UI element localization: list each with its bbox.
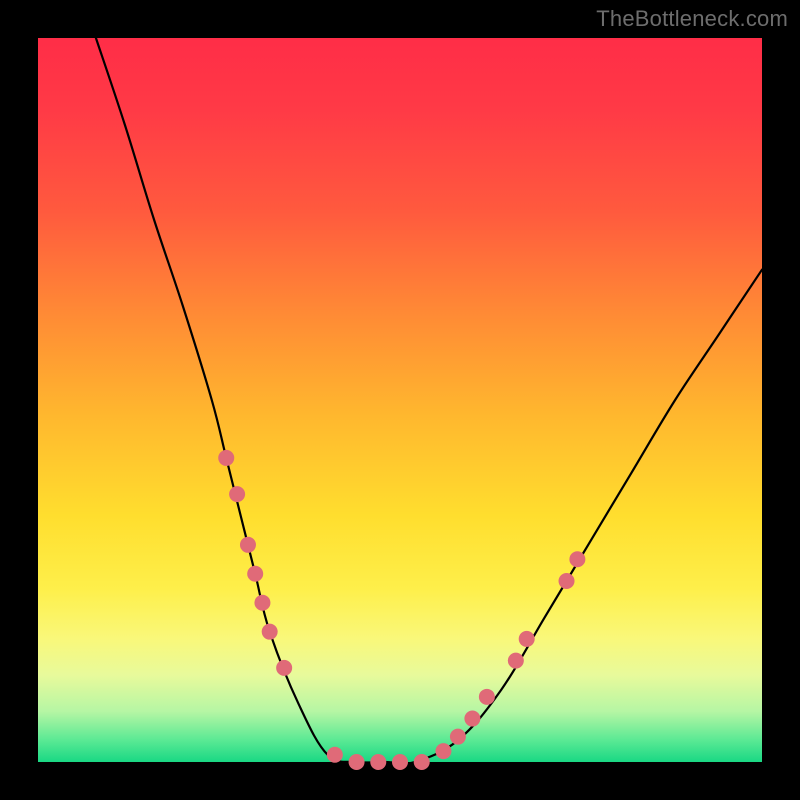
highlight-dot [414,754,430,770]
watermark-text: TheBottleneck.com [596,6,788,32]
highlight-dot [229,486,245,502]
highlight-dot [569,551,585,567]
highlight-dot [218,450,234,466]
highlight-dots-group [218,450,585,770]
bottleneck-curve [96,38,762,764]
highlight-dot [519,631,535,647]
chart-svg [38,38,762,762]
highlight-dot [435,743,451,759]
highlight-dot [262,624,278,640]
plot-area [38,38,762,762]
highlight-dot [370,754,386,770]
highlight-dot [276,660,292,676]
chart-frame: TheBottleneck.com [0,0,800,800]
highlight-dot [479,689,495,705]
highlight-dot [559,573,575,589]
highlight-dot [392,754,408,770]
highlight-dot [450,729,466,745]
highlight-dot [349,754,365,770]
highlight-dot [464,711,480,727]
highlight-dot [254,595,270,611]
highlight-dot [240,537,256,553]
highlight-dot [247,566,263,582]
highlight-dot [508,653,524,669]
highlight-dot [327,747,343,763]
